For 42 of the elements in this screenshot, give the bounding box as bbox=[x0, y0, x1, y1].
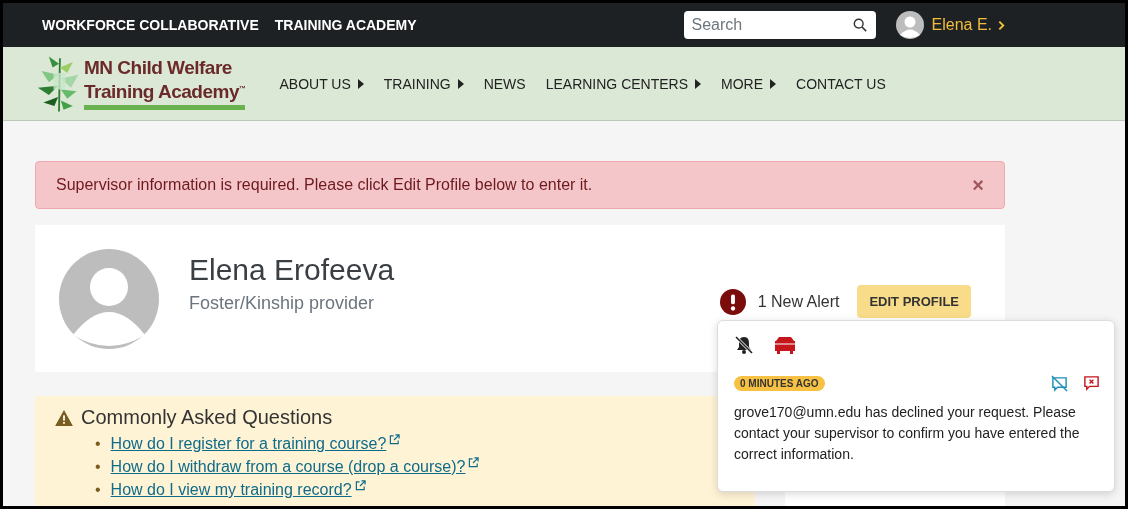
nav-menu-item[interactable]: TRAINING bbox=[383, 75, 464, 92]
alert-count[interactable]: 1 New Alert bbox=[757, 292, 840, 311]
nav-menu-item[interactable]: MORE bbox=[721, 75, 777, 92]
bullet: • bbox=[95, 458, 101, 475]
top-link[interactable]: WORKFORCE COLLABORATIVE bbox=[42, 17, 259, 33]
nav-menu-item[interactable]: CONTACT US bbox=[796, 75, 886, 92]
bullet: • bbox=[95, 481, 101, 498]
profile-role: Foster/Kinship provider bbox=[189, 293, 376, 314]
edit-profile-button[interactable]: EDIT PROFILE bbox=[857, 285, 971, 318]
top-link[interactable]: TRAINING ACADEMY bbox=[274, 17, 417, 33]
caret-icon bbox=[695, 78, 702, 89]
caret-icon bbox=[457, 78, 464, 89]
dumpster-icon[interactable] bbox=[774, 336, 796, 354]
user-menu-link[interactable]: Elena E. bbox=[931, 16, 992, 34]
chevron-right-icon[interactable] bbox=[998, 19, 1005, 31]
faq-link[interactable]: How do I register for a training course? bbox=[110, 435, 387, 452]
profile-name: Elena Erofeeva bbox=[189, 253, 395, 287]
search-field[interactable]: Search bbox=[683, 11, 876, 39]
academy-logo[interactable]: MN Child Welfare Training Academy$^{™}$ bbox=[84, 57, 246, 110]
alert-message: Supervisor information is required. Please click Edit Profile below to enter it. bbox=[56, 176, 593, 194]
bullet: • bbox=[95, 435, 101, 452]
faq-link[interactable]: How do I withdraw from a course (drop a course)? bbox=[110, 458, 466, 475]
notification-message: grove170@umn.edu has declined your request. Please contact your supervisor to confirm you have entered the correct information. bbox=[734, 403, 1081, 464]
faq-title: Commonly Asked Questions bbox=[81, 406, 333, 429]
avatar-icon[interactable] bbox=[895, 11, 924, 39]
comment-slash-icon[interactable] bbox=[1051, 375, 1068, 392]
caret-icon bbox=[770, 78, 777, 89]
avatar-icon bbox=[59, 249, 159, 349]
bell-slash-icon[interactable] bbox=[734, 335, 754, 355]
caret-icon bbox=[357, 78, 364, 89]
external-link-icon bbox=[389, 434, 401, 445]
nav-menu-item[interactable]: NEWS bbox=[483, 75, 526, 92]
comment-close-icon[interactable] bbox=[1083, 375, 1100, 392]
time-badge: 0 MINUTES AGO bbox=[734, 376, 825, 391]
nav-menu-item[interactable]: ABOUT US bbox=[279, 75, 364, 92]
external-link-icon bbox=[468, 457, 480, 468]
exclamation-icon[interactable] bbox=[719, 288, 746, 315]
warning-icon bbox=[55, 409, 73, 426]
search-icon[interactable] bbox=[852, 18, 867, 32]
nav-menu-item[interactable]: LEARNING CENTERS bbox=[545, 75, 702, 92]
external-link-icon bbox=[354, 480, 366, 491]
faq-link[interactable]: How do I view my training record? bbox=[110, 481, 352, 498]
